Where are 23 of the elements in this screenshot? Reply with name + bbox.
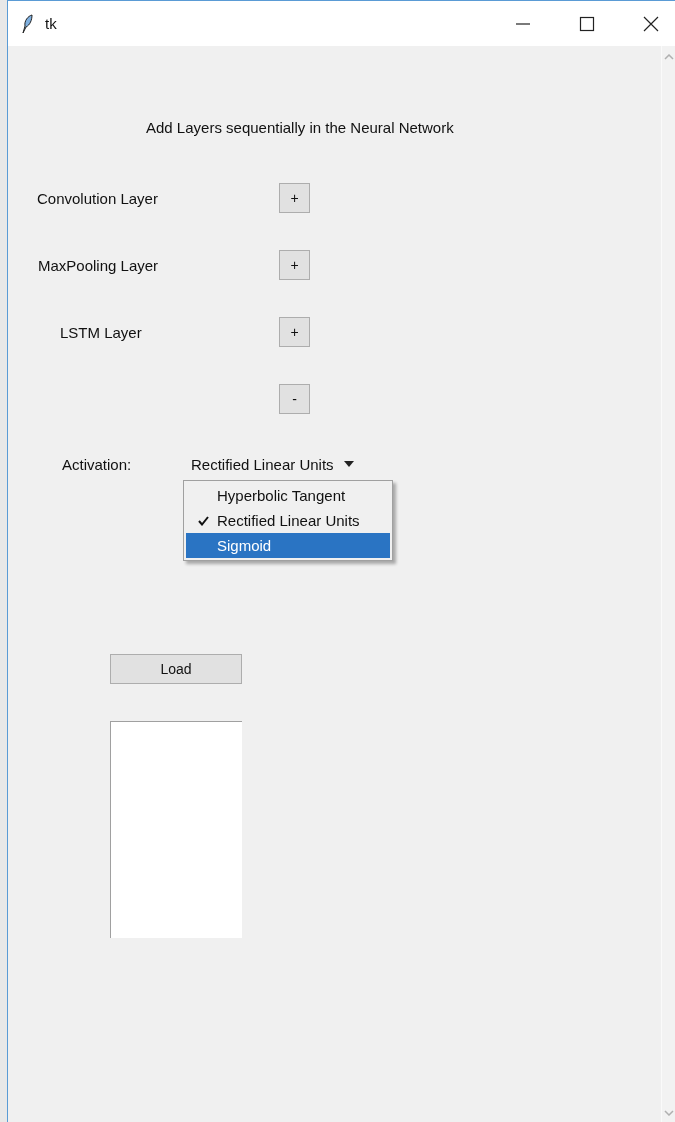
menu-item[interactable]: Rectified Linear Units [186,508,390,533]
caret-icon [343,461,354,467]
window-title: tk [45,15,57,32]
add-layer-button[interactable]: + [279,317,310,347]
activation-dropdown[interactable]: Rectified Linear Units [185,451,360,477]
load-button[interactable]: Load [110,654,242,684]
activation-label: Activation: [62,455,133,473]
menu-item[interactable]: Hyperbolic Tangent [186,483,390,508]
feather-icon [21,13,33,34]
heading-text: Add Layers sequentially in the Neural Network [146,118,454,138]
layer-label: LSTM Layer [60,323,142,341]
scroll-up-icon[interactable] [663,54,674,60]
remove-layer-button[interactable]: - [279,384,310,414]
layer-label: MaxPooling Layer [38,256,159,274]
maximize-icon[interactable] [579,15,595,32]
add-layer-button[interactable]: + [279,250,310,280]
close-icon[interactable] [643,15,659,32]
layer-label: Convolution Layer [37,189,158,207]
scrollbar[interactable] [661,46,675,1122]
menu-item[interactable]: Sigmoid [186,533,390,558]
add-layer-button[interactable]: + [279,183,310,213]
scroll-down-icon[interactable] [663,1110,674,1116]
listbox[interactable] [110,721,242,938]
